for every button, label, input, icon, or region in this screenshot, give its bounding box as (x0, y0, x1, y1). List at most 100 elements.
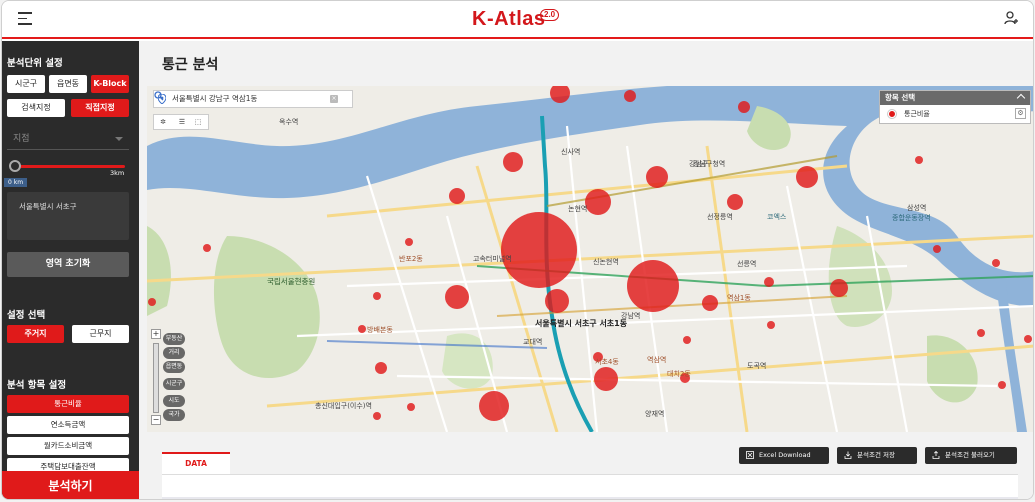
unit-eupmyeondong-button[interactable]: 읍면동 (49, 75, 87, 93)
map-label: 강남역 (621, 311, 640, 320)
tab-data[interactable]: DATA (162, 452, 230, 474)
zoom-level-street[interactable]: 거리 (163, 347, 185, 359)
search-icon[interactable] (154, 91, 164, 101)
version-badge: 2.0 (540, 9, 560, 21)
map-bubble (738, 101, 750, 113)
map-label: 삼성역 (907, 203, 926, 212)
point-select[interactable]: 지점 (7, 128, 129, 150)
unit-setting-title: 분석단위 설정 (7, 58, 63, 69)
layer-item[interactable]: 통근비율 ⚙ (880, 105, 1030, 123)
map-label: 교대역 (523, 337, 542, 346)
map-search-input[interactable]: 서울특별시 강남구 역삼1동 × (153, 90, 353, 108)
map-bubble (503, 152, 523, 172)
layer-panel-header[interactable]: 항목 선택 (880, 91, 1030, 105)
save-icon (844, 451, 852, 459)
item-commute-ratio[interactable]: 통근비율 (7, 395, 129, 413)
app-logo[interactable]: K-Atlas (472, 8, 546, 31)
map-bubble (998, 381, 1006, 389)
residence-button[interactable]: 주거지 (7, 325, 64, 343)
sidebar: 분석단위 설정 시군구 읍면동 K-Block 검색지정 직접지정 지점 0 k… (2, 41, 139, 499)
map-bubble (594, 367, 618, 391)
map-bubble (830, 279, 848, 297)
map-bubble (373, 412, 381, 420)
layer-panel-title: 항목 선택 (885, 93, 916, 102)
zoom-out-button[interactable]: − (151, 415, 161, 425)
map-bubble (767, 321, 775, 329)
map-bubble (727, 194, 743, 210)
radius-slider-track[interactable] (13, 165, 125, 168)
map-label: 고속터미널역 (473, 254, 512, 263)
search-designate-button[interactable]: 검색지정 (7, 99, 65, 117)
map-label: 대치2동 (667, 369, 691, 378)
map-bubble (764, 277, 774, 287)
zoom-level-building[interactable]: 부동산 (163, 333, 185, 345)
item-card-spending[interactable]: 월카드소비금액 (7, 437, 129, 455)
zoom-in-button[interactable]: + (151, 329, 161, 339)
map-label: 논현역 (568, 204, 587, 213)
slider-min-label: 0 km (4, 178, 28, 187)
map-bubble (407, 403, 415, 411)
map-label: 총신대입구(이수)역 (315, 401, 372, 410)
map-label: 양재역 (645, 409, 664, 418)
map-bubble (683, 336, 691, 344)
setting-select-title: 설정 선택 (7, 310, 46, 321)
map-tool-bar: ✲ ☰ ⬚ (153, 114, 209, 130)
item-setting-title: 분석 항목 설정 (7, 380, 67, 391)
point-select-value: 지점 (13, 134, 30, 144)
zoom-level-sigungu[interactable]: 시군구 (163, 378, 185, 390)
excel-download-label: Excel Download (759, 451, 811, 459)
select-area-icon[interactable]: ⬚ (192, 117, 204, 128)
map-label: 옥수역 (279, 117, 298, 126)
map-search-value: 서울특별시 강남구 역삼1동 (172, 94, 258, 103)
top-header: K-Atlas 2.0 (2, 1, 1033, 39)
map-bubble (702, 295, 718, 311)
map-bubble (646, 166, 668, 188)
map-label: 역삼역 (647, 355, 666, 364)
user-add-icon[interactable] (1003, 10, 1019, 26)
map-bubble (449, 188, 465, 204)
direct-designate-button[interactable]: 직접지정 (71, 99, 129, 117)
map-label: 강남구청역 (693, 159, 725, 168)
map-label: 종합운동장역 (892, 213, 931, 222)
map-bubble (375, 362, 387, 374)
map-bubble (405, 238, 413, 246)
map-label: 국립서울현충원 (267, 277, 315, 286)
map-bubble (585, 189, 611, 215)
map-canvas[interactable]: 강남구 서울특별시 서초구 서초1동 신사역 논현역 신논현역 고속터미널역 교… (147, 86, 1034, 432)
map-bubble (358, 325, 366, 333)
analyze-button[interactable]: 분석하기 (2, 471, 139, 499)
main-content: 통근 분석 강남구 서울특별시 서초구 서초1동 신사역 논현역 신논현역 고속… (139, 41, 1034, 499)
load-condition-button[interactable]: 분석조건 불러오기 (925, 447, 1017, 464)
zoom-slider[interactable] (153, 343, 159, 413)
selected-area-box[interactable]: 서울특별시 서초구 (7, 192, 129, 240)
map-bubble (501, 212, 577, 288)
map-bubble (1024, 335, 1032, 343)
clear-icon[interactable]: × (330, 95, 338, 103)
settings-icon[interactable]: ✲ (157, 117, 169, 128)
map-bubble (627, 260, 679, 312)
save-condition-button[interactable]: 분석조건 저장 (837, 447, 917, 464)
list-icon[interactable]: ☰ (176, 117, 188, 128)
page-title: 통근 분석 (162, 57, 219, 73)
excel-download-button[interactable]: Excel Download (739, 447, 829, 464)
item-annual-income[interactable]: 연소득금액 (7, 416, 129, 434)
zoom-level-sido[interactable]: 시도 (163, 395, 185, 407)
map-bubble (148, 298, 156, 306)
reset-area-button[interactable]: 영역 초기화 (7, 252, 129, 277)
menu-icon[interactable] (18, 12, 32, 25)
zoom-level-dong[interactable]: 읍면동 (163, 361, 185, 373)
map-label: 서울특별시 서초구 서초1동 (535, 318, 628, 328)
map-bubble (479, 391, 509, 421)
map-bubble (203, 244, 211, 252)
radius-slider-handle[interactable] (9, 160, 21, 172)
map-bubble (933, 245, 941, 253)
unit-kblock-button[interactable]: K-Block (91, 75, 129, 93)
chevron-up-icon[interactable] (1016, 93, 1026, 103)
map-bubble (915, 156, 923, 164)
unit-sigungu-button[interactable]: 시군구 (7, 75, 45, 93)
workplace-button[interactable]: 근무지 (72, 325, 129, 343)
gear-icon[interactable]: ⚙ (1015, 108, 1026, 119)
map-view[interactable]: 강남구 서울특별시 서초구 서초1동 신사역 논현역 신논현역 고속터미널역 교… (147, 86, 1034, 432)
download-icon (746, 451, 754, 459)
zoom-level-country[interactable]: 국가 (163, 409, 185, 421)
